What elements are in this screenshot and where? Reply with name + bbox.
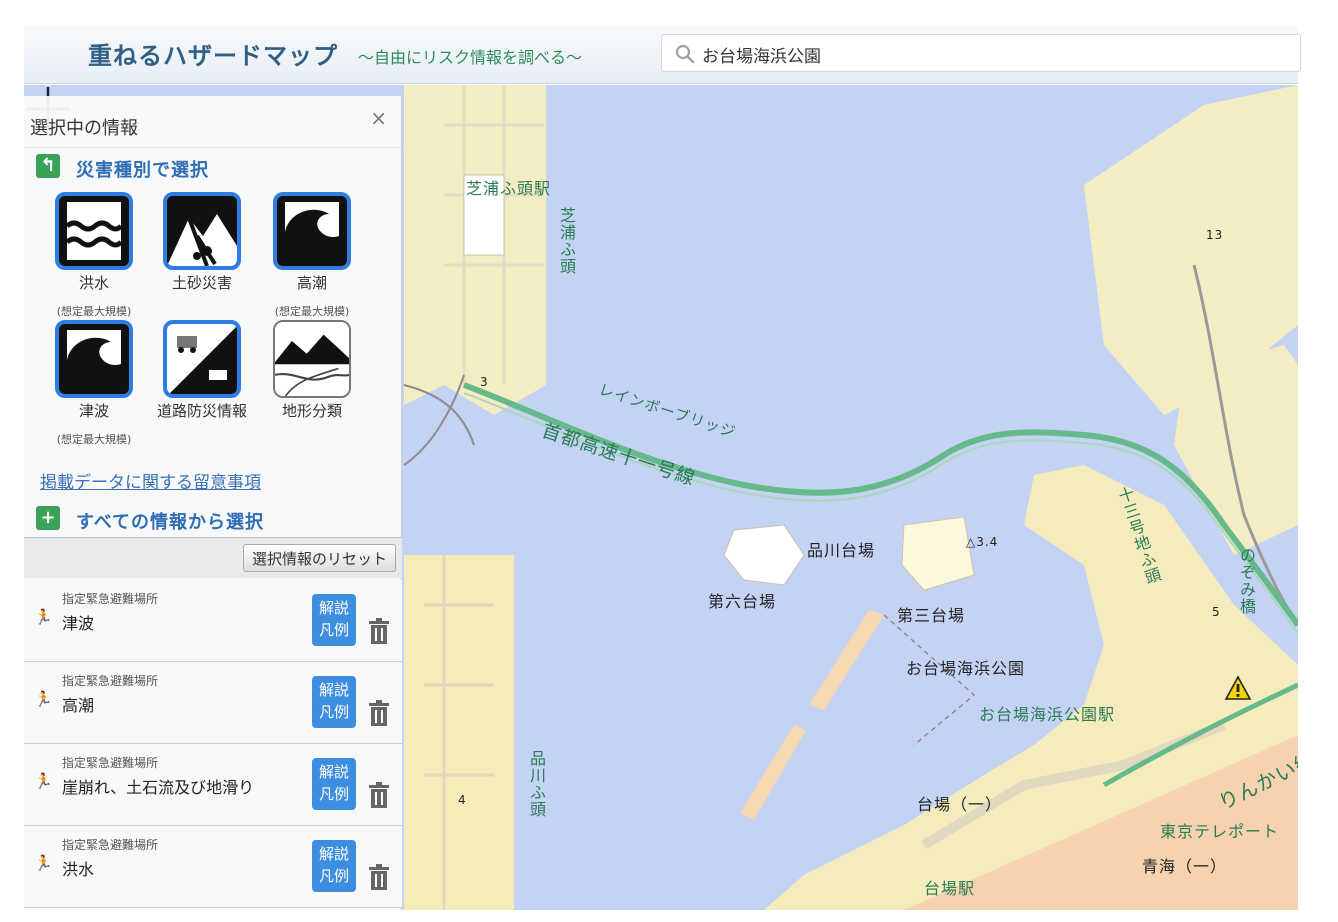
hazard-flood-label: 洪水	[78, 274, 109, 292]
legend-line-1: 解説	[318, 599, 349, 617]
hazard-storm-surge-button[interactable]: 高潮 (想定最大規模)	[258, 192, 366, 319]
road-disaster-icon	[163, 320, 241, 398]
hazard-tsunami-sub: (想定最大規模)	[56, 433, 132, 446]
hazard-flood-button[interactable]: 洪水 (想定最大規模)	[40, 192, 148, 319]
legend-button[interactable]: 解説 凡例	[312, 758, 356, 810]
layer-category: 指定緊急避難場所	[62, 592, 159, 606]
panel-header: 選択中の情報 ×	[24, 96, 401, 148]
legend-line-1: 解説	[318, 681, 349, 699]
trash-icon[interactable]	[368, 700, 390, 726]
layer-item: 🏃 指定緊急避難場所 洪水 解説 凡例	[24, 826, 402, 908]
legend-button[interactable]: 解説 凡例	[312, 840, 356, 892]
terrain-icon	[273, 320, 351, 398]
map-label-odaiba-park: お台場海浜公園	[906, 659, 1026, 678]
hazard-tsunami-label: 津波	[78, 402, 109, 420]
section-by-disaster-label: 災害種別で選択	[76, 160, 209, 181]
trash-icon[interactable]	[368, 864, 390, 890]
hazard-landslide-button[interactable]: 土砂災害	[148, 192, 256, 293]
map-label-odaiba-park-station: お台場海浜公園駅	[979, 705, 1116, 724]
layer-item: 🏃 指定緊急避難場所 崖崩れ、土石流及び地滑り 解説 凡例	[24, 744, 402, 826]
evacuation-icon: 🏃	[34, 690, 53, 708]
legend-line-1: 解説	[318, 845, 349, 863]
hazard-tsunami-button[interactable]: 津波 (想定最大規模)	[40, 320, 148, 447]
map-label-num-3: 3	[480, 375, 489, 389]
flood-icon	[55, 192, 133, 270]
evacuation-icon: 🏃	[34, 854, 53, 872]
app-title[interactable]: 重ねるハザードマップ	[88, 36, 338, 71]
hazard-terrain-button[interactable]: 地形分類	[258, 320, 366, 421]
tsunami-icon	[55, 320, 133, 398]
layer-category: 指定緊急避難場所	[62, 674, 159, 688]
hazard-road-button[interactable]: 道路防災情報	[148, 320, 256, 421]
map-label-daiba-station: 台場駅	[924, 879, 976, 898]
hazard-storm-surge-label: 高潮	[296, 274, 327, 292]
map-label-shibaura-station: 芝浦ふ頭駅	[466, 179, 552, 198]
trash-icon[interactable]	[368, 782, 390, 808]
header-bar: 重ねるハザードマップ 〜自由にリスク情報を調べる〜	[24, 26, 1301, 84]
data-notice-link[interactable]: 掲載データに関する留意事項	[40, 468, 261, 493]
legend-line-2: 凡例	[318, 867, 349, 885]
hazard-grid: 洪水 (想定最大規模) 土砂災害 高潮 (想定最大規模) 津波 (想定最大規模)…	[24, 184, 401, 474]
section-all-info[interactable]: + すべての情報から選択	[24, 498, 402, 538]
layer-category: 指定緊急避難場所	[62, 838, 159, 852]
plus-icon: +	[36, 506, 60, 530]
hazard-landslide-label: 土砂災害	[171, 274, 232, 292]
map-label-nozomi-bridge: のぞみ橋	[1237, 547, 1256, 615]
map-label-road-13: 13	[1206, 228, 1224, 242]
evacuation-icon: 🏃	[34, 772, 53, 790]
layer-list: 🏃 指定緊急避難場所 津波 解説 凡例 🏃 指定緊急避難場所 高潮 解説 凡例	[24, 580, 402, 908]
hazard-storm-surge-sub: (想定最大規模)	[274, 305, 350, 318]
legend-button[interactable]: 解説 凡例	[312, 594, 356, 646]
layer-item: 🏃 指定緊急避難場所 高潮 解説 凡例	[24, 662, 402, 744]
layer-category: 指定緊急避難場所	[62, 756, 159, 770]
map-label-daiba-1: 台場（一）	[917, 795, 1003, 814]
map-label-num-4: 4	[458, 793, 467, 807]
return-arrow-icon: ↰	[36, 154, 60, 178]
evacuation-icon: 🏃	[34, 608, 53, 626]
hazard-terrain-label: 地形分類	[281, 402, 342, 420]
layer-item: 🏃 指定緊急避難場所 津波 解説 凡例	[24, 580, 402, 662]
layer-name: 崖崩れ、土石流及び地滑り	[62, 778, 255, 797]
legend-line-1: 解説	[318, 763, 349, 781]
map-label-shinagawa-pier: 品川ふ頭	[527, 750, 546, 818]
layer-name: 高潮	[62, 696, 95, 715]
storm-surge-icon	[273, 192, 351, 270]
map-label-aomi-1: 青海（一）	[1142, 857, 1228, 876]
warning-icon[interactable]	[1224, 675, 1252, 701]
landslide-icon	[163, 192, 241, 270]
section-all-info-label: すべての情報から選択	[76, 512, 265, 533]
reset-row: 選択情報のリセット	[24, 538, 402, 578]
close-icon[interactable]: ×	[370, 106, 387, 130]
map-label-dai3-daiba: 第三台場	[897, 606, 966, 625]
layer-name: 津波	[62, 614, 95, 633]
map-label-elevation: △3.4	[966, 535, 999, 549]
map-label-num-5: 5	[1212, 605, 1221, 619]
section-by-disaster[interactable]: ↰ 災害種別で選択	[24, 148, 401, 184]
search-box[interactable]	[661, 34, 1301, 72]
map-label-shibaura-pier: 芝浦ふ頭	[557, 207, 576, 275]
search-icon[interactable]	[674, 43, 696, 65]
legend-line-2: 凡例	[318, 621, 349, 639]
hazard-flood-sub: (想定最大規模)	[56, 305, 132, 318]
panel-title: 選択中の情報	[30, 118, 138, 139]
app-subtitle: 〜自由にリスク情報を調べる〜	[358, 48, 583, 67]
trash-icon[interactable]	[368, 618, 390, 644]
map-label-dai6-daiba: 第六台場	[708, 592, 777, 611]
hazard-road-label: 道路防災情報	[156, 402, 247, 420]
reset-button[interactable]: 選択情報のリセット	[242, 544, 396, 572]
map-label-tokyo-teleport: 東京テレポート	[1160, 822, 1280, 841]
legend-line-2: 凡例	[318, 785, 349, 803]
layer-name: 洪水	[62, 860, 95, 879]
legend-line-2: 凡例	[318, 703, 349, 721]
legend-button[interactable]: 解説 凡例	[312, 676, 356, 728]
app-window: 重ねるハザードマップ 〜自由にリスク情報を調べる〜 お台場海浜公園 芝浦ふ頭駅 …	[0, 0, 1338, 922]
info-panel: 選択中の情報 × ↰ 災害種別で選択 洪水 (想定最大規模) 土砂災害 高潮 (…	[24, 96, 402, 910]
search-input[interactable]	[702, 41, 1282, 67]
map-label-shinagawa-daiba: 品川台場	[807, 541, 876, 560]
